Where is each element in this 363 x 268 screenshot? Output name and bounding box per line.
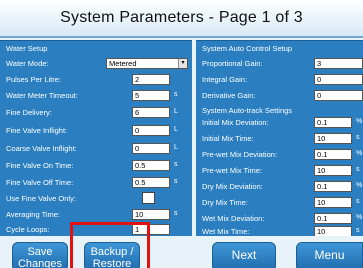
- initial-mix-deviation-input[interactable]: 0.1: [314, 117, 352, 128]
- wet-mix-time-unit: s: [356, 227, 360, 234]
- initial-mix-deviation-label: Initial Mix Deviation:: [202, 118, 269, 127]
- averaging-time-row: Averaging Time: 10 s: [0, 209, 192, 222]
- water-mode-select[interactable]: Metered ▾: [106, 58, 188, 69]
- pulses-per-litre-input[interactable]: 2: [132, 74, 170, 85]
- wet-mix-deviation-input[interactable]: 0.1: [314, 213, 352, 224]
- auto-control-heading: System Auto Control Setup: [202, 44, 293, 53]
- coarse-valve-inflight-input[interactable]: 0: [132, 143, 170, 154]
- fine-valve-off-time-row: Fine Valve Off Time: 0.5 s: [0, 177, 192, 190]
- menu-button[interactable]: Menu: [296, 242, 363, 268]
- water-mode-row: Water Mode: Metered ▾: [0, 58, 192, 71]
- dry-mix-deviation-unit: %: [356, 182, 363, 189]
- fine-valve-inflight-unit: L: [174, 126, 178, 133]
- coarse-valve-inflight-row: Coarse Valve Inflight: 0 L: [0, 143, 192, 156]
- auto-control-panel: System Auto Control Setup Proportional G…: [196, 40, 363, 237]
- cycle-loops-input[interactable]: 1: [132, 224, 170, 235]
- backup-restore-line2: Restore: [92, 258, 132, 268]
- save-changes-line1: Save: [27, 246, 53, 258]
- auto-track-heading: System Auto-track Settings: [202, 106, 293, 115]
- proportional-gain-row: Proportional Gain: 3: [196, 58, 363, 71]
- initial-mix-time-unit: s: [356, 134, 360, 141]
- initial-mix-deviation-unit: %: [356, 118, 363, 125]
- footer-bar: Save Changes Backup / Restore Next Menu: [0, 236, 363, 268]
- integral-gain-row: Integral Gain: 0: [196, 74, 363, 87]
- fine-valve-on-time-input[interactable]: 0.5: [132, 160, 170, 171]
- prewet-mix-time-unit: s: [356, 166, 360, 173]
- fine-valve-inflight-input[interactable]: 0: [132, 125, 170, 136]
- prewet-mix-time-label: Pre-wet Mix Time:: [202, 166, 263, 175]
- averaging-time-label: Averaging Time:: [6, 210, 61, 219]
- fine-delivery-unit: L: [174, 108, 178, 115]
- water-setup-panel: Water Setup Water Mode: Metered ▾ Pulses…: [0, 40, 192, 236]
- fine-valve-off-time-unit: s: [174, 178, 178, 185]
- water-setup-heading: Water Setup: [6, 44, 48, 53]
- next-button[interactable]: Next: [212, 242, 276, 268]
- use-fine-valve-only-checkbox[interactable]: [142, 192, 155, 204]
- fine-valve-on-time-label: Fine Valve On Time:: [6, 161, 74, 170]
- dry-mix-deviation-row: Dry Mix Deviation: 0.1 %: [196, 181, 363, 194]
- integral-gain-label: Integral Gain:: [202, 75, 248, 84]
- derivative-gain-row: Derivative Gain: 0: [196, 90, 363, 103]
- water-meter-timeout-row: Water Meter Timeout: 5 s: [0, 90, 192, 103]
- fine-valve-inflight-row: Fine Valve Inflight: 0 L: [0, 125, 192, 138]
- dry-mix-time-input[interactable]: 10: [314, 197, 352, 208]
- initial-mix-time-row: Initial Mix Time: 10 s: [196, 133, 363, 146]
- initial-mix-deviation-row: Initial Mix Deviation: 0.1 %: [196, 117, 363, 130]
- integral-gain-input[interactable]: 0: [314, 74, 363, 85]
- pulses-per-litre-label: Pulses Per Litre:: [6, 75, 62, 84]
- prewet-mix-time-row: Pre-wet Mix Time: 10 s: [196, 165, 363, 178]
- averaging-time-unit: s: [174, 210, 178, 217]
- prewet-mix-deviation-unit: %: [356, 150, 363, 157]
- prewet-mix-deviation-label: Pre-wet Mix Deviation:: [202, 150, 278, 159]
- chevron-down-icon[interactable]: ▾: [178, 59, 187, 68]
- wet-mix-time-label: Wet Mix Time:: [202, 227, 250, 236]
- prewet-mix-time-input[interactable]: 10: [314, 165, 352, 176]
- coarse-valve-inflight-unit: L: [174, 144, 178, 151]
- fine-valve-on-time-row: Fine Valve On Time: 0.5 s: [0, 160, 192, 173]
- derivative-gain-input[interactable]: 0: [314, 90, 363, 101]
- page-title: System Parameters - Page 1 of 3: [60, 9, 303, 26]
- water-meter-timeout-input[interactable]: 5: [132, 90, 170, 101]
- water-meter-timeout-label: Water Meter Timeout:: [6, 91, 78, 100]
- use-fine-valve-only-label: Use Fine Valve Only:: [6, 194, 76, 203]
- initial-mix-time-input[interactable]: 10: [314, 133, 352, 144]
- cycle-loops-label: Cycle Loops:: [6, 225, 50, 234]
- fine-delivery-row: Fine Delivery: 6 L: [0, 107, 192, 120]
- dry-mix-deviation-input[interactable]: 0.1: [314, 181, 352, 192]
- water-mode-value: Metered: [109, 59, 137, 68]
- proportional-gain-input[interactable]: 3: [314, 58, 363, 69]
- initial-mix-time-label: Initial Mix Time:: [202, 134, 254, 143]
- wet-mix-deviation-unit: %: [356, 214, 363, 221]
- dry-mix-time-row: Dry Mix Time: 10 s: [196, 197, 363, 210]
- coarse-valve-inflight-label: Coarse Valve Inflight:: [6, 144, 77, 153]
- dry-mix-deviation-label: Dry Mix Deviation:: [202, 182, 263, 191]
- wet-mix-deviation-label: Wet Mix Deviation:: [202, 214, 265, 223]
- prewet-mix-deviation-input[interactable]: 0.1: [314, 149, 352, 160]
- fine-valve-off-time-input[interactable]: 0.5: [132, 177, 170, 188]
- title-bar: System Parameters - Page 1 of 3: [0, 0, 363, 38]
- proportional-gain-label: Proportional Gain:: [202, 59, 263, 68]
- dry-mix-time-unit: s: [356, 198, 360, 205]
- wet-mix-deviation-row: Wet Mix Deviation: 0.1 %: [196, 213, 363, 226]
- pulses-per-litre-row: Pulses Per Litre: 2: [0, 74, 192, 87]
- averaging-time-input[interactable]: 10: [132, 209, 170, 220]
- save-changes-button[interactable]: Save Changes: [12, 242, 68, 268]
- fine-delivery-label: Fine Delivery:: [6, 108, 52, 117]
- save-changes-line2: Changes: [17, 258, 63, 268]
- use-fine-valve-only-row: Use Fine Valve Only:: [0, 191, 192, 204]
- fine-valve-inflight-label: Fine Valve Inflight:: [6, 126, 68, 135]
- fine-valve-off-time-label: Fine Valve Off Time:: [6, 178, 74, 187]
- fine-valve-on-time-unit: s: [174, 161, 178, 168]
- water-meter-timeout-unit: s: [174, 91, 178, 98]
- prewet-mix-deviation-row: Pre-wet Mix Deviation: 0.1 %: [196, 149, 363, 162]
- fine-delivery-input[interactable]: 6: [132, 107, 170, 118]
- derivative-gain-label: Derivative Gain:: [202, 91, 256, 100]
- backup-restore-line1: Backup /: [90, 246, 134, 258]
- backup-restore-button[interactable]: Backup / Restore: [84, 242, 140, 268]
- dry-mix-time-label: Dry Mix Time:: [202, 198, 248, 207]
- water-mode-label: Water Mode:: [6, 59, 49, 68]
